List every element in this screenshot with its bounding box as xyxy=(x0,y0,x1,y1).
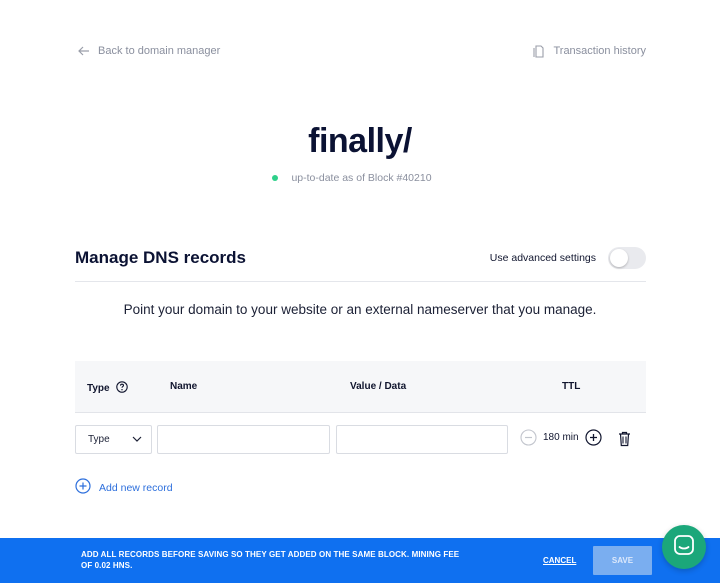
toggle-knob xyxy=(610,249,628,267)
status-text: up-to-date as of Block #40210 xyxy=(291,172,432,184)
manage-dns-header: Manage DNS records Use advanced settings xyxy=(75,244,646,282)
help-circle-icon[interactable] xyxy=(115,381,128,396)
chat-launcher-button[interactable] xyxy=(662,525,706,569)
domain-name: finally/ xyxy=(308,122,412,160)
dns-description: Point your domain to your website or an … xyxy=(123,302,597,317)
status-dot-icon xyxy=(272,175,279,181)
back-to-domain-manager-link[interactable]: Back to domain manager xyxy=(78,45,220,57)
cancel-button[interactable]: CANCEL xyxy=(543,556,576,565)
footer-message: Add all records before saving so they ge… xyxy=(81,550,460,570)
header-type-label: Type xyxy=(87,383,110,394)
header-value: Value / Data xyxy=(350,381,407,392)
header-name: Name xyxy=(170,381,198,392)
add-new-record-button[interactable]: Add new record xyxy=(75,478,173,497)
ttl-value: 180 min xyxy=(543,432,579,443)
manage-dns-title: Manage DNS records xyxy=(75,248,246,267)
save-button[interactable]: SAVE xyxy=(593,546,652,575)
document-icon xyxy=(533,44,545,58)
minus-circle-icon[interactable] xyxy=(520,429,537,446)
arrow-left-icon xyxy=(78,46,90,56)
chevron-down-icon xyxy=(132,434,142,445)
add-new-record-label: Add new record xyxy=(99,481,173,494)
record-name-input[interactable] xyxy=(157,425,330,454)
table-row: Type 180 min xyxy=(75,425,646,455)
record-type-value: Type xyxy=(88,434,110,445)
transaction-history-label: Transaction history xyxy=(553,45,646,57)
domain-status: up-to-date as of Block #40210 xyxy=(0,172,720,184)
top-nav: Back to domain manager Transaction histo… xyxy=(78,43,646,59)
advanced-settings: Use advanced settings xyxy=(490,247,646,269)
save-footer-bar: Add all records before saving so they ge… xyxy=(0,538,720,583)
header-ttl: TTL xyxy=(562,381,581,392)
advanced-settings-toggle[interactable] xyxy=(608,247,646,269)
plus-circle-icon xyxy=(75,478,91,497)
transaction-history-link[interactable]: Transaction history xyxy=(533,44,646,58)
record-value-input[interactable] xyxy=(336,425,508,454)
advanced-settings-label: Use advanced settings xyxy=(489,252,596,264)
record-type-select[interactable]: Type xyxy=(75,425,152,454)
plus-circle-icon[interactable] xyxy=(584,429,602,446)
chat-icon xyxy=(673,534,695,561)
back-link-label: Back to domain manager xyxy=(98,45,221,57)
ttl-stepper: 180 min xyxy=(520,429,602,446)
records-table-header: Type Name Value / Data TTL xyxy=(75,361,646,413)
header-type: Type xyxy=(87,381,128,396)
trash-icon[interactable] xyxy=(618,431,631,452)
